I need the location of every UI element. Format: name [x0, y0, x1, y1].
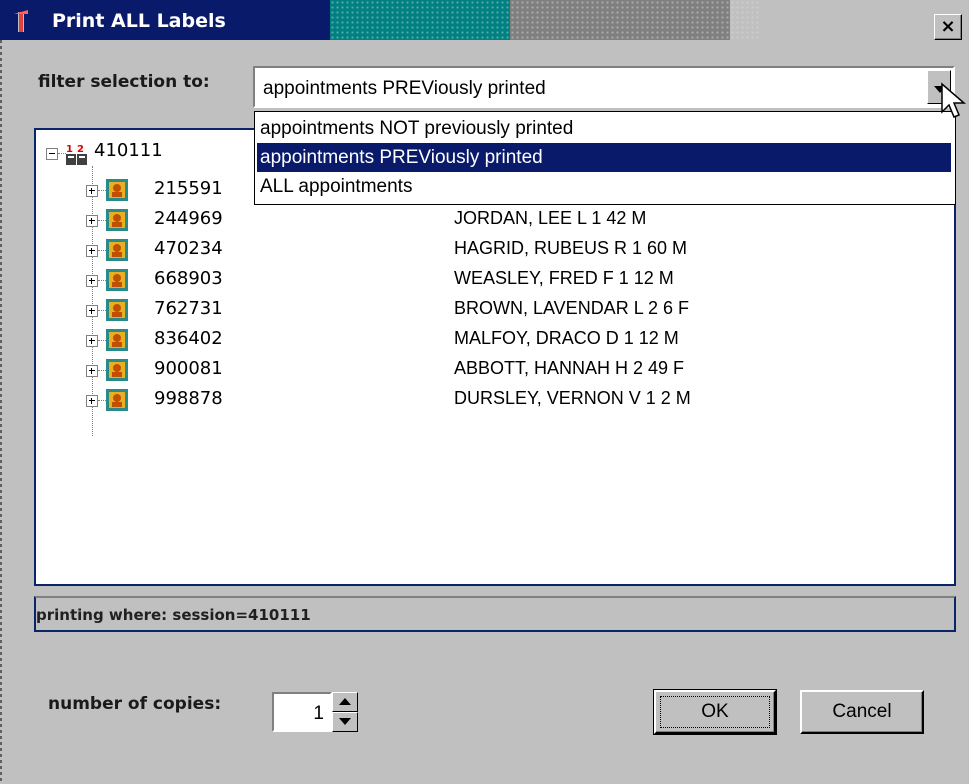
expand-icon[interactable]	[86, 215, 98, 227]
copies-input[interactable]: 1	[272, 692, 332, 732]
title-bar[interactable]: Print ALL Labels	[0, 0, 969, 40]
status-bar: printing where: session=410111	[34, 596, 956, 632]
tree-connector	[98, 250, 106, 251]
filter-combobox[interactable]: appointments PREViously printed	[253, 66, 955, 108]
copies-label: number of copies:	[48, 694, 222, 714]
focus-ring	[660, 696, 770, 728]
person-icon	[106, 299, 128, 321]
expand-icon[interactable]	[86, 335, 98, 347]
patient-id: 900081	[154, 358, 223, 379]
filter-selected-value: appointments PREViously printed	[263, 78, 546, 99]
person-icon	[106, 239, 128, 261]
cancel-button-label: Cancel	[832, 701, 892, 722]
tree-item[interactable]: 668903 WEASLEY, FRED F 1 12 M	[36, 266, 936, 296]
patient-name: BROWN, LAVENDAR L 2 6 F	[454, 298, 690, 318]
session-icon: 1 2	[66, 142, 88, 166]
chevron-up-icon	[339, 698, 351, 705]
tree-item[interactable]: 900081 ABBOTT, HANNAH H 2 49 F	[36, 356, 936, 386]
expand-icon[interactable]	[86, 365, 98, 377]
person-icon	[106, 209, 128, 231]
patient-id: 998878	[154, 388, 223, 409]
app-icon	[14, 10, 28, 32]
tree-item[interactable]: 244969 JORDAN, LEE L 1 42 M	[36, 206, 936, 236]
patient-name: DURSLEY, VERNON V 1 2 M	[454, 388, 691, 408]
tree-item[interactable]: 762731 BROWN, LAVENDAR L 2 6 F	[36, 296, 936, 326]
decrement-button[interactable]	[332, 712, 358, 732]
close-button[interactable]: ×	[934, 14, 962, 40]
tree-connector	[98, 220, 106, 221]
window-edge	[0, 40, 2, 784]
tree-item[interactable]: 998878 DURSLEY, VERNON V 1 2 M	[36, 386, 936, 416]
patient-name: MALFOY, DRACO D 1 12 M	[454, 328, 679, 348]
status-text: printing where: session=410111	[36, 606, 311, 624]
close-icon: ×	[940, 16, 956, 37]
patient-id: 470234	[154, 238, 223, 259]
copies-stepper[interactable]	[332, 692, 358, 732]
chevron-down-icon	[339, 718, 351, 725]
person-icon	[106, 269, 128, 291]
patient-id: 836402	[154, 328, 223, 349]
collapse-icon[interactable]	[46, 148, 58, 160]
increment-button[interactable]	[332, 692, 358, 712]
patient-name: WEASLEY, FRED F 1 12 M	[454, 268, 674, 288]
person-icon	[106, 179, 128, 201]
person-icon	[106, 359, 128, 381]
expand-icon[interactable]	[86, 275, 98, 287]
copies-value: 1	[313, 703, 324, 724]
dropdown-option-previously-printed[interactable]: appointments PREViously printed	[257, 143, 951, 172]
svg-text:2: 2	[77, 144, 84, 155]
expand-icon[interactable]	[86, 305, 98, 317]
patient-name: ABBOTT, HANNAH H 2 49 F	[454, 358, 685, 378]
tree-connector	[98, 190, 106, 191]
expand-icon[interactable]	[86, 395, 98, 407]
mouse-cursor-icon	[941, 82, 967, 118]
tree-connector	[98, 340, 106, 341]
filter-label: filter selection to:	[38, 72, 210, 92]
tree-connector	[98, 400, 106, 401]
title-bar-texture-fade	[730, 0, 760, 40]
patient-id: 244969	[154, 208, 223, 229]
dropdown-option-all[interactable]: ALL appointments	[257, 172, 951, 201]
patient-name: JORDAN, LEE L 1 42 M	[454, 208, 647, 228]
person-icon	[106, 329, 128, 351]
svg-text:1: 1	[66, 144, 73, 155]
person-icon	[106, 389, 128, 411]
expand-icon[interactable]	[86, 245, 98, 257]
tree-connector	[98, 370, 106, 371]
tree-connector	[58, 153, 66, 154]
tree-item[interactable]: 470234 HAGRID, RUBEUS R 1 60 M	[36, 236, 936, 266]
patient-id: 762731	[154, 298, 223, 319]
tree-item[interactable]: 836402 MALFOY, DRACO D 1 12 M	[36, 326, 936, 356]
ok-button[interactable]: OK	[653, 689, 777, 735]
tree-root-label[interactable]: 410111	[94, 140, 163, 161]
filter-dropdown-list[interactable]: appointments NOT previously printed appo…	[254, 111, 956, 205]
title-bar-texture	[330, 0, 730, 40]
expand-icon[interactable]	[86, 185, 98, 197]
cancel-button[interactable]: Cancel	[800, 690, 924, 734]
dropdown-option-not-printed[interactable]: appointments NOT previously printed	[257, 114, 951, 143]
patient-id: 215591	[154, 178, 223, 199]
tree-connector	[98, 310, 106, 311]
tree-connector	[98, 280, 106, 281]
patient-name: HAGRID, RUBEUS R 1 60 M	[454, 238, 688, 258]
patient-id: 668903	[154, 268, 223, 289]
window-title: Print ALL Labels	[52, 10, 226, 32]
